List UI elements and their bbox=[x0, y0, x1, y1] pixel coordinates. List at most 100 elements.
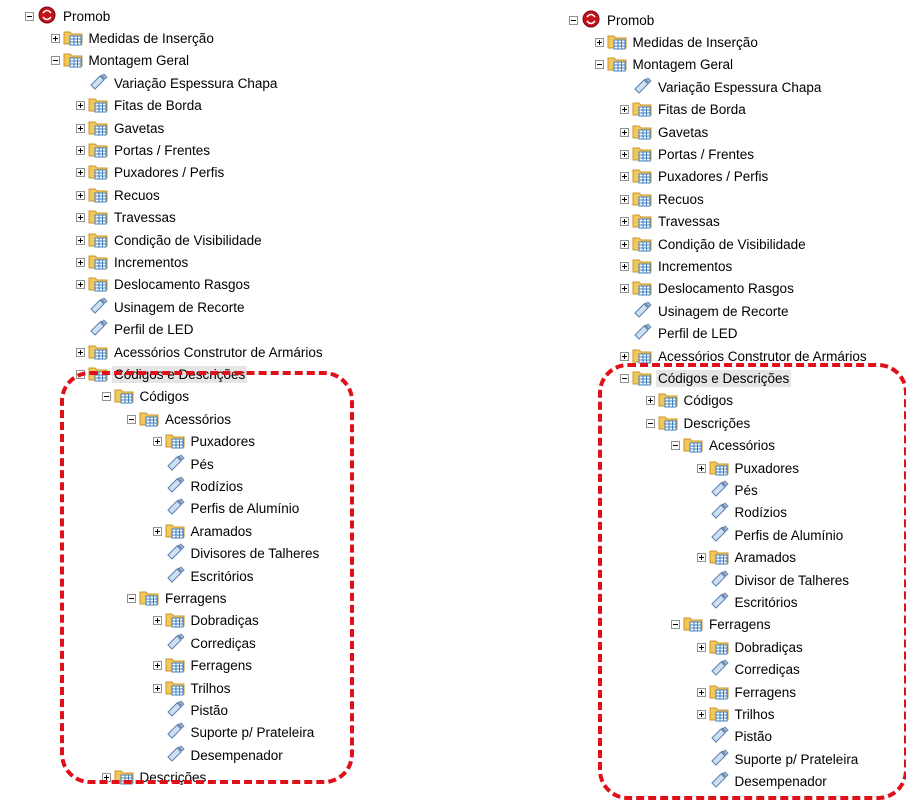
expand-icon[interactable] bbox=[696, 553, 706, 563]
tree-node-promob[interactable]: Promob bbox=[25, 5, 112, 27]
tree-node-condicao-de-visibilidade[interactable]: Condição de Visibilidade bbox=[620, 233, 808, 255]
tree-node-label[interactable]: Suporte p/ Prateleira bbox=[733, 751, 861, 768]
tree-node-recuos[interactable]: Recuos bbox=[620, 188, 706, 210]
tree-node-fitas-de-borda[interactable]: Fitas de Borda bbox=[620, 99, 748, 121]
tree-node-codigos-e-descricoes[interactable]: Códigos e Descrições bbox=[620, 367, 792, 389]
tree-node-fitas-de-borda[interactable]: Fitas de Borda bbox=[76, 95, 204, 117]
tree-node-acessorios-construtor-de-armarios[interactable]: Acessórios Construtor de Armários bbox=[76, 341, 325, 363]
expand-icon[interactable] bbox=[696, 642, 706, 652]
expand-icon[interactable] bbox=[152, 616, 162, 626]
tree-node-label[interactable]: Códigos bbox=[682, 392, 736, 409]
tree-node-label[interactable]: Promob bbox=[61, 8, 112, 25]
tree-node-condicao-de-visibilidade[interactable]: Condição de Visibilidade bbox=[76, 229, 264, 251]
collapse-icon[interactable] bbox=[50, 56, 60, 66]
tree-node-label[interactable]: Pés bbox=[189, 456, 216, 473]
tree-node-trilhos[interactable]: Trilhos bbox=[152, 677, 233, 699]
tree-node-label[interactable]: Rodízios bbox=[189, 478, 246, 495]
tree-node-label[interactable]: Portas / Frentes bbox=[112, 142, 212, 159]
tree-node-label[interactable]: Aramados bbox=[733, 549, 799, 566]
expand-icon[interactable] bbox=[76, 347, 85, 357]
tree-node-pes[interactable]: Pés bbox=[153, 453, 216, 475]
tree-node-label[interactable]: Portas / Frentes bbox=[656, 146, 756, 163]
tree-node-trilhos[interactable]: Trilhos bbox=[696, 703, 777, 725]
collapse-icon[interactable] bbox=[569, 15, 578, 25]
tree-node-codigos[interactable]: Códigos bbox=[645, 390, 736, 412]
tree-node-label[interactable]: Montagem Geral bbox=[631, 56, 736, 73]
tree-node-perfil-de-led[interactable]: Perfil de LED bbox=[76, 319, 196, 341]
tree-node-label[interactable]: Códigos e Descrições bbox=[656, 369, 792, 387]
tree-node-label[interactable]: Usinagem de Recorte bbox=[656, 303, 791, 320]
tree-node-label[interactable]: Escritórios bbox=[189, 568, 256, 585]
expand-icon[interactable] bbox=[620, 194, 629, 204]
tree-node-dobradicas[interactable]: Dobradiças bbox=[152, 610, 261, 632]
tree-node-gavetas[interactable]: Gavetas bbox=[620, 121, 710, 143]
tree-node-deslocamento-rasgos[interactable]: Deslocamento Rasgos bbox=[620, 278, 796, 300]
tree-node-descricoes[interactable]: Descrições bbox=[645, 412, 753, 434]
tree-node-label[interactable]: Recuos bbox=[656, 191, 706, 208]
tree-node-ferragens[interactable]: Ferragens bbox=[127, 587, 229, 609]
collapse-icon[interactable] bbox=[671, 620, 680, 630]
tree-node-acessorios-construtor-de-armarios[interactable]: Acessórios Construtor de Armários bbox=[620, 345, 869, 367]
tree-node-label[interactable]: Incrementos bbox=[656, 258, 734, 275]
tree-node-dobradicas[interactable]: Dobradiças bbox=[696, 636, 805, 658]
expand-icon[interactable] bbox=[152, 526, 162, 536]
tree-node-label[interactable]: Promob bbox=[605, 12, 656, 29]
expand-icon[interactable] bbox=[76, 257, 85, 267]
tree-node-montagem-geral[interactable]: Montagem Geral bbox=[594, 54, 736, 76]
tree-node-label[interactable]: Pés bbox=[733, 482, 760, 499]
tree-node-ferragens[interactable]: Ferragens bbox=[671, 614, 773, 636]
tree-node-rodizios[interactable]: Rodízios bbox=[153, 475, 246, 497]
tree-node-acessorios[interactable]: Acessórios bbox=[671, 435, 777, 457]
expand-icon[interactable] bbox=[76, 190, 85, 200]
collapse-icon[interactable] bbox=[25, 11, 34, 21]
tree-node-label[interactable]: Perfis de Alumínio bbox=[189, 500, 302, 517]
expand-icon[interactable] bbox=[620, 239, 629, 249]
tree-node-label[interactable]: Trilhos bbox=[189, 680, 233, 697]
tree-node-puxadores-perfis[interactable]: Puxadores / Perfis bbox=[620, 166, 770, 188]
tree-node-travessas[interactable]: Travessas bbox=[620, 211, 722, 233]
expand-icon[interactable] bbox=[76, 168, 85, 178]
tree-node-perfil-de-led[interactable]: Perfil de LED bbox=[620, 323, 740, 345]
tree-node-label[interactable]: Acessórios bbox=[707, 437, 777, 454]
expand-icon[interactable] bbox=[76, 235, 85, 245]
tree-node-medidas-de-insercao[interactable]: Medidas de Inserção bbox=[594, 31, 760, 53]
tree-node-label[interactable]: Divisores de Talheres bbox=[189, 545, 322, 562]
tree-node-label[interactable]: Ferragens bbox=[189, 657, 255, 674]
tree-node-label[interactable]: Dobradiças bbox=[733, 639, 805, 656]
tree-node-deslocamento-rasgos[interactable]: Deslocamento Rasgos bbox=[76, 274, 252, 296]
tree-node-corredicas[interactable]: Corrediças bbox=[153, 632, 258, 654]
expand-icon[interactable] bbox=[696, 709, 706, 719]
tree-node-label[interactable]: Condição de Visibilidade bbox=[112, 232, 264, 249]
collapse-icon[interactable] bbox=[76, 369, 85, 379]
collapse-icon[interactable] bbox=[594, 60, 604, 70]
tree-node-label[interactable]: Travessas bbox=[112, 209, 178, 226]
expand-icon[interactable] bbox=[76, 280, 85, 290]
expand-icon[interactable] bbox=[50, 33, 60, 43]
expand-icon[interactable] bbox=[152, 683, 162, 693]
collapse-icon[interactable] bbox=[127, 414, 136, 424]
tree-node-puxadores-perfis[interactable]: Puxadores / Perfis bbox=[76, 162, 226, 184]
tree-node-label[interactable]: Acessórios Construtor de Armários bbox=[112, 344, 325, 361]
tree-node-incrementos[interactable]: Incrementos bbox=[620, 255, 734, 277]
expand-icon[interactable] bbox=[696, 687, 706, 697]
tree-node-label[interactable]: Pistão bbox=[733, 728, 775, 745]
tree-node-label[interactable]: Puxadores / Perfis bbox=[656, 168, 770, 185]
expand-icon[interactable] bbox=[620, 149, 629, 159]
tree-node-label[interactable]: Acessórios Construtor de Armários bbox=[656, 348, 869, 365]
tree-node-label[interactable]: Acessórios bbox=[163, 411, 233, 428]
tree-node-portas-frentes[interactable]: Portas / Frentes bbox=[620, 143, 756, 165]
expand-icon[interactable] bbox=[620, 105, 629, 115]
tree-node-puxadores[interactable]: Puxadores bbox=[152, 431, 258, 453]
tree-node-codigos[interactable]: Códigos bbox=[101, 386, 192, 408]
tree-node-label[interactable]: Desempenador bbox=[733, 773, 829, 790]
tree-node-portas-frentes[interactable]: Portas / Frentes bbox=[76, 139, 212, 161]
tree-node-pes[interactable]: Pés bbox=[697, 479, 760, 501]
tree-node-label[interactable]: Códigos e Descrições bbox=[112, 365, 248, 383]
collapse-icon[interactable] bbox=[127, 593, 136, 603]
tree-node-variacao-espessura-chapa[interactable]: Variação Espessura Chapa bbox=[76, 72, 279, 94]
tree-node-label[interactable]: Usinagem de Recorte bbox=[112, 299, 247, 316]
tree-node-label[interactable]: Perfis de Alumínio bbox=[733, 527, 846, 544]
tree-node-variacao-espessura-chapa[interactable]: Variação Espessura Chapa bbox=[620, 76, 823, 98]
tree-node-label[interactable]: Medidas de Inserção bbox=[87, 30, 216, 47]
tree-node-acessorios[interactable]: Acessórios bbox=[127, 408, 233, 430]
